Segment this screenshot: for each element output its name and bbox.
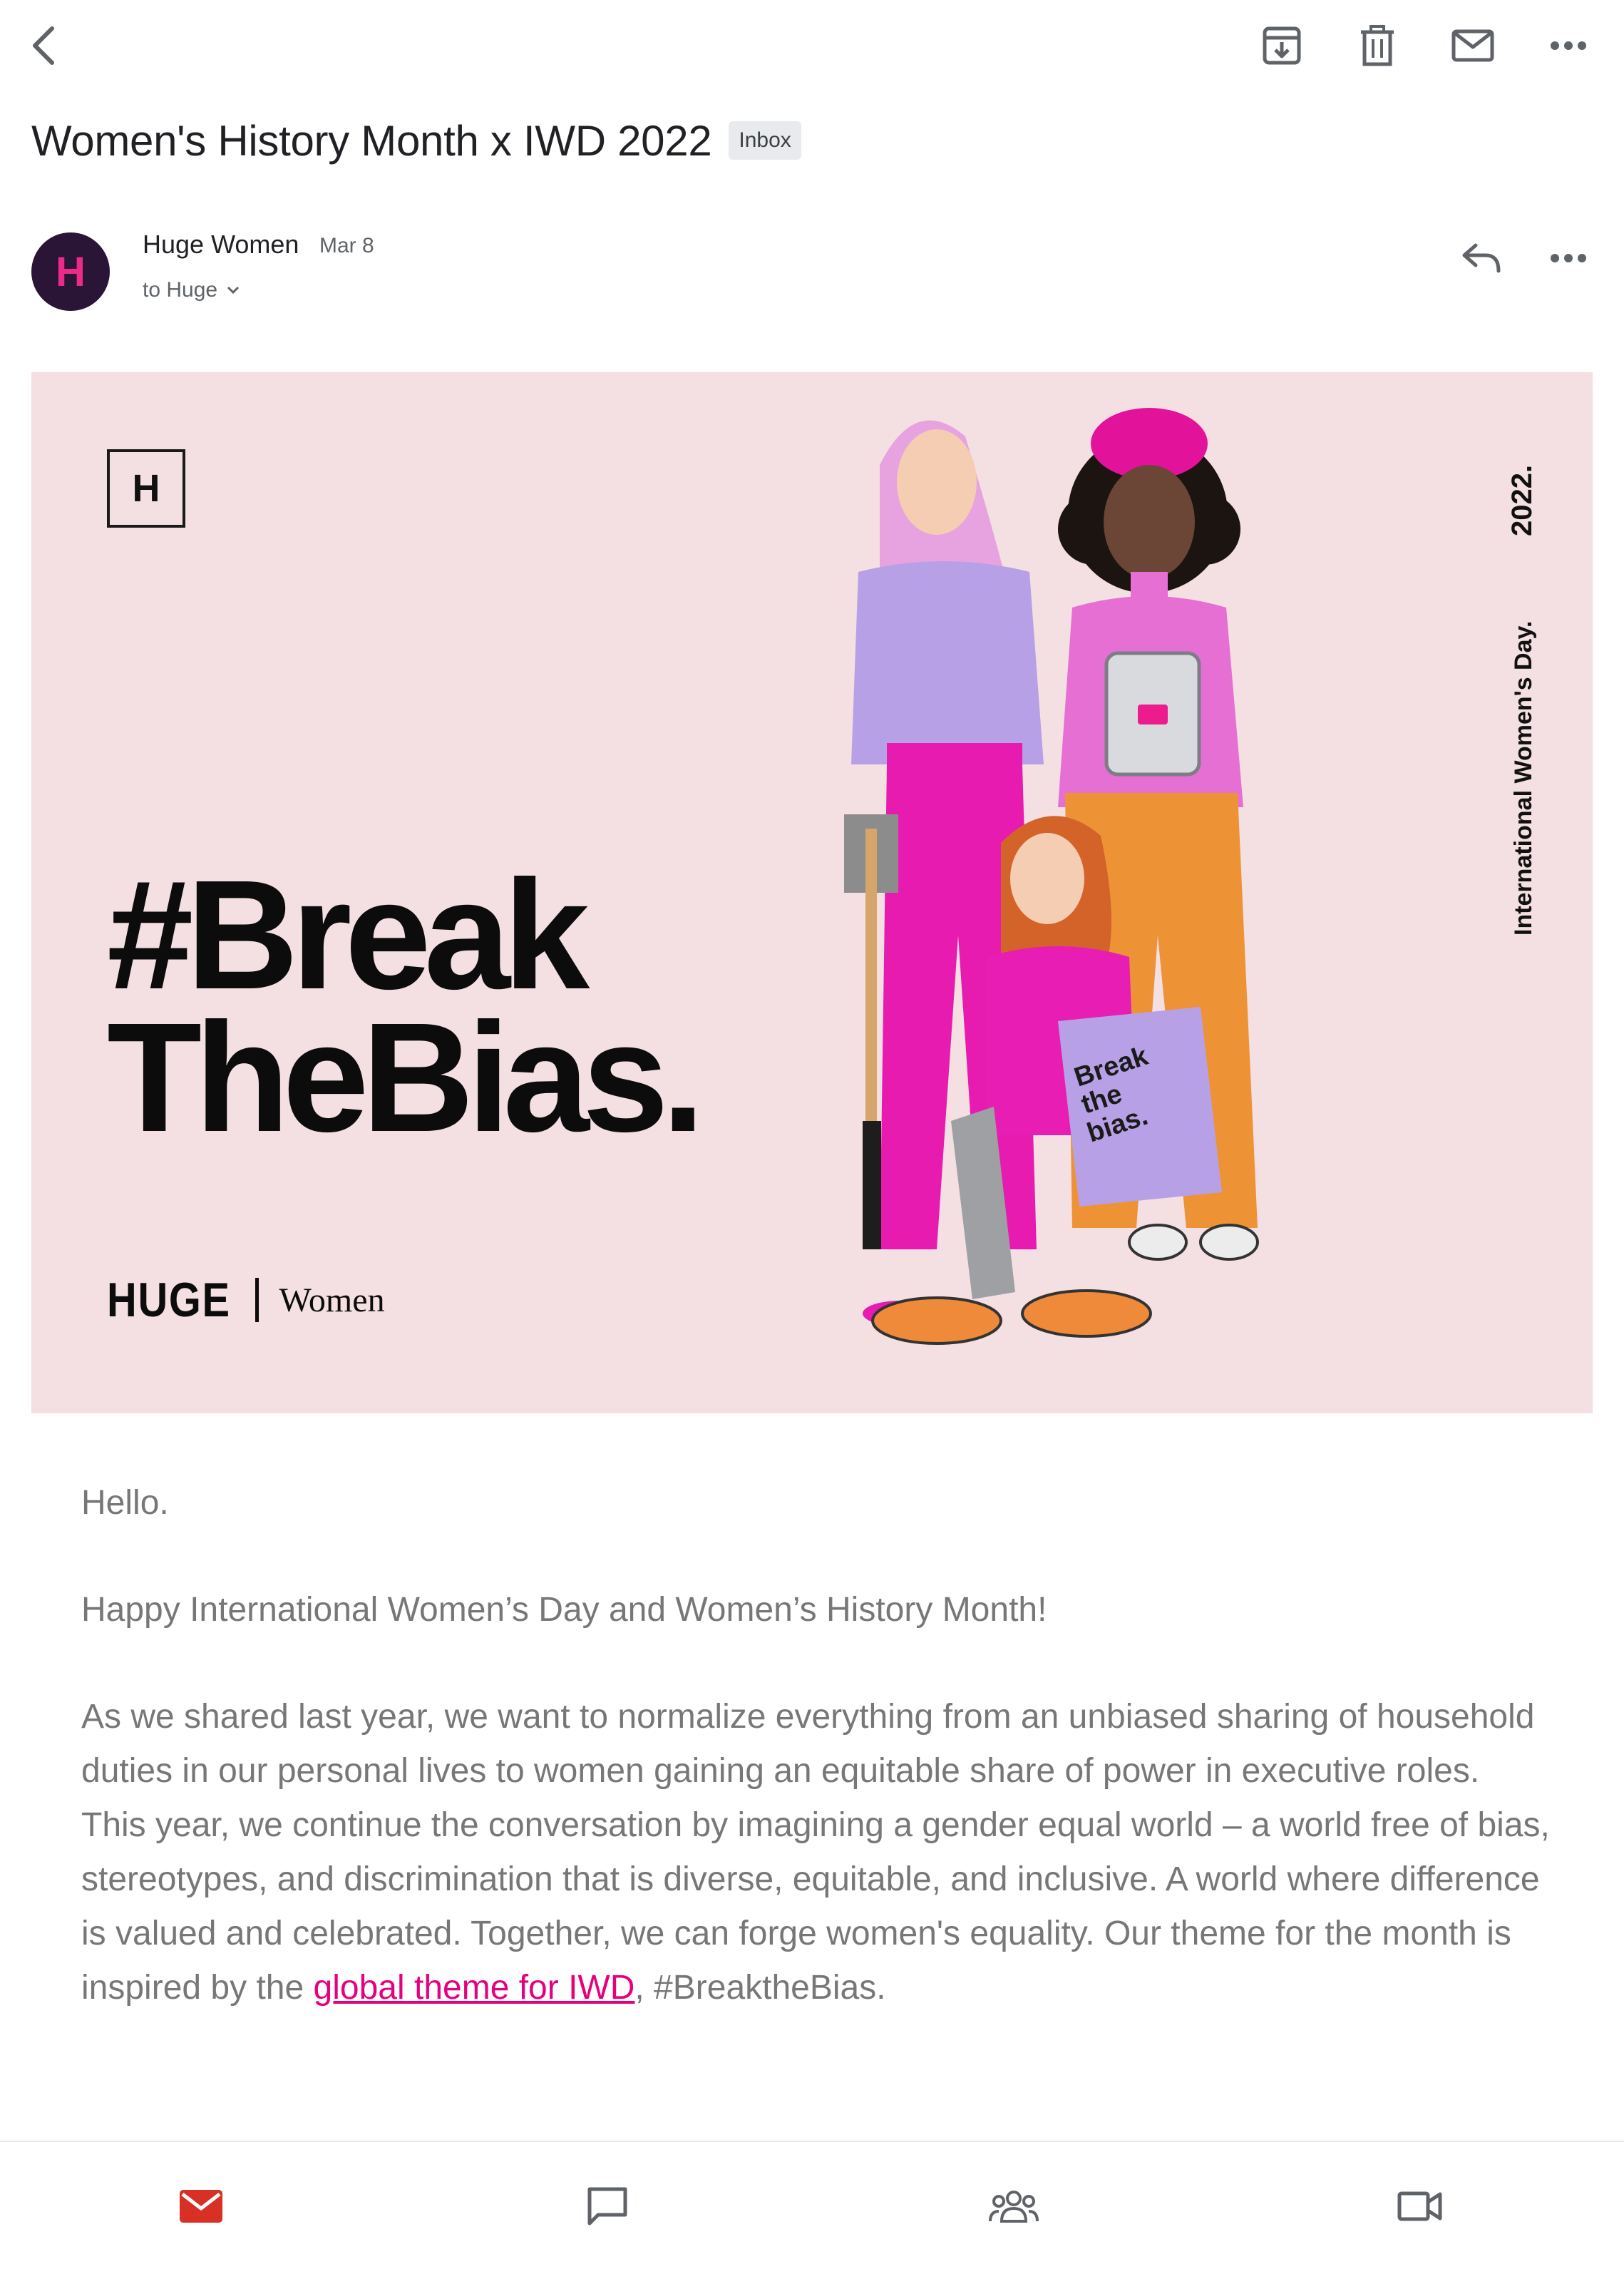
more-options-button[interactable]	[1538, 16, 1598, 76]
body-paragraph-end: , #BreaktheBias.	[634, 1969, 886, 2007]
nav-spaces-tab[interactable]	[971, 2171, 1057, 2242]
three-women-illustration: Break the bias.	[844, 408, 1259, 1345]
recipient-details-toggle[interactable]: to Huge	[143, 278, 240, 302]
sender-avatar[interactable]: H	[31, 232, 110, 311]
hero-banner-image: H #Break TheBias. HUGE Women 2022. Inter…	[31, 372, 1593, 1413]
brand-name: HUGE	[107, 1273, 231, 1327]
greeting: Hello.	[81, 1484, 169, 1522]
meet-icon	[1397, 2191, 1442, 2221]
inbox-label-chip[interactable]: Inbox	[729, 121, 801, 160]
body-paragraph: As we shared last year, we want to norma…	[81, 1690, 1550, 2015]
archive-icon	[1263, 26, 1301, 65]
email-screen: Women's History Month x IWD 2022 Inbox H…	[0, 0, 1624, 2279]
email-subject: Women's History Month x IWD 2022	[31, 116, 712, 165]
body-paragraph-text: As we shared last year, we want to norma…	[81, 1698, 1550, 2007]
subject-row: Women's History Month x IWD 2022 Inbox	[31, 108, 801, 173]
reply-icon	[1462, 243, 1501, 273]
headline-line-2: TheBias.	[107, 991, 705, 1164]
top-app-bar	[0, 0, 1624, 93]
vertical-caption: 2022. International Women's Day.	[1506, 465, 1538, 936]
sent-date: Mar 8	[319, 234, 374, 257]
chat-icon	[587, 2187, 627, 2226]
brand-sub: Women	[279, 1281, 385, 1319]
banner-headline: #Break TheBias.	[107, 849, 705, 1164]
more-horizontal-icon	[1551, 254, 1586, 262]
brand-divider	[255, 1278, 259, 1322]
vertical-year: 2022.	[1506, 465, 1538, 536]
spaces-icon	[989, 2191, 1039, 2223]
message-more-button[interactable]	[1538, 228, 1598, 288]
iwd-theme-link[interactable]: global theme for IWD	[314, 1969, 635, 2007]
trash-icon	[1361, 25, 1394, 66]
headline-line-1: #Break	[107, 849, 590, 1022]
mark-unread-button[interactable]	[1443, 16, 1503, 76]
nav-chat-tab[interactable]	[565, 2171, 650, 2242]
back-arrow-icon	[33, 26, 54, 65]
banner-logo: H	[107, 449, 185, 528]
body-line-2: Happy International Women’s Day and Wome…	[81, 1591, 1047, 1629]
nav-mail-tab[interactable]	[158, 2171, 244, 2242]
mark-unread-icon	[1451, 29, 1494, 62]
back-button[interactable]	[14, 16, 74, 76]
mail-icon	[180, 2190, 222, 2223]
recipient-text: to Huge	[143, 278, 218, 302]
chevron-down-icon	[227, 286, 240, 295]
sender-name: Huge Women	[143, 230, 299, 259]
archive-button[interactable]	[1252, 16, 1312, 76]
brand-lockup: HUGE Women	[107, 1272, 385, 1328]
bottom-navigation	[0, 2141, 1624, 2279]
more-horizontal-icon	[1551, 41, 1586, 50]
nav-meet-tab[interactable]	[1377, 2171, 1463, 2242]
reply-button[interactable]	[1451, 228, 1511, 288]
vertical-title: International Women's Day.	[1510, 621, 1537, 936]
delete-button[interactable]	[1347, 16, 1407, 76]
email-body: Hello. Happy International Women’s Day a…	[81, 1476, 1550, 2068]
